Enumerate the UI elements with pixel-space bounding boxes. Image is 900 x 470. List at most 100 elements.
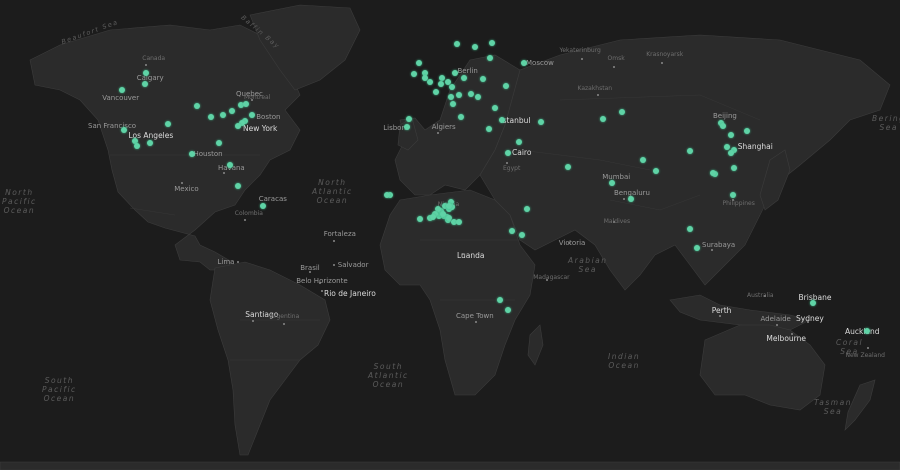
city-label-fortaleza: Fortaleza <box>323 230 356 239</box>
city-label-brasilia: Brasil <box>300 263 320 272</box>
city-label-moscow: Moscow <box>526 59 554 68</box>
location-marker[interactable] <box>686 225 693 232</box>
location-marker[interactable] <box>455 219 462 226</box>
city-label-sydney: Sydney <box>796 314 824 324</box>
location-marker[interactable] <box>720 122 726 129</box>
location-marker[interactable] <box>508 228 515 235</box>
location-marker[interactable] <box>383 191 390 198</box>
city-label-mumbai: Mumbai <box>602 173 631 182</box>
location-marker[interactable] <box>460 74 467 81</box>
location-marker[interactable] <box>164 120 171 127</box>
city-dot-riodejaneiro <box>321 289 323 292</box>
city-label-lima: Lima <box>217 258 235 267</box>
city-label-riodejaneiro: Rio de Janeiro <box>324 288 376 298</box>
city-dot-ekaterinburg <box>580 57 583 60</box>
location-marker[interactable] <box>445 202 452 209</box>
ocean-label-north-atlantic: North Atlantic Ocean <box>312 178 353 205</box>
city-label-buenosaires: Argentina <box>270 313 300 321</box>
city-dot-adelaide <box>775 324 778 327</box>
location-marker[interactable] <box>228 107 235 114</box>
city-label-victoria: Victoria <box>558 239 586 248</box>
location-marker[interactable] <box>515 138 522 145</box>
location-marker[interactable] <box>694 244 700 251</box>
city-label-kazakhstan: Kazakhstan <box>577 85 613 93</box>
location-marker[interactable] <box>426 78 433 85</box>
location-marker[interactable] <box>474 93 481 100</box>
location-marker[interactable] <box>440 210 446 217</box>
city-dot-capetown <box>475 321 477 324</box>
location-marker[interactable] <box>489 39 496 46</box>
location-marker[interactable] <box>432 88 439 95</box>
map-land-layer <box>0 0 900 470</box>
location-marker[interactable] <box>565 163 572 170</box>
location-marker[interactable] <box>141 80 148 87</box>
location-marker[interactable] <box>497 296 503 303</box>
city-label-maldives: Maldives <box>603 217 631 225</box>
city-label-ekaterinburg: Yekaterinburg <box>559 46 601 54</box>
city-label-berlin: Berlin <box>457 66 478 75</box>
location-marker[interactable] <box>627 196 634 203</box>
city-label-salvador: Salvador <box>337 260 369 269</box>
city-label-algiers: Algiers <box>431 123 456 132</box>
location-marker[interactable] <box>809 300 816 307</box>
location-marker[interactable] <box>417 215 423 222</box>
city-dot-krasnoyarsk <box>661 61 664 64</box>
location-marker[interactable] <box>600 115 606 122</box>
location-marker[interactable] <box>479 75 486 82</box>
location-marker[interactable] <box>121 126 127 133</box>
city-label-boston: Boston <box>256 112 281 121</box>
city-label-calgary: Calgary <box>136 73 164 82</box>
city-label-philippines: Philippines <box>722 199 755 207</box>
city-label-montreal: Montreal <box>244 94 271 102</box>
location-marker[interactable] <box>226 162 233 169</box>
location-marker[interactable] <box>422 74 429 81</box>
location-marker[interactable] <box>188 151 195 158</box>
city-label-luanda: Luanda <box>457 251 485 261</box>
ocean-label-south-atlantic: South Atlantic Ocean <box>368 362 409 389</box>
location-marker[interactable] <box>730 164 737 171</box>
location-marker[interactable] <box>208 113 214 120</box>
city-label-australia: Australia <box>747 292 774 300</box>
ocean-label-south-pacific: South Pacific Ocean <box>42 376 77 403</box>
city-label-perth: Perth <box>711 306 732 316</box>
location-marker[interactable] <box>134 142 140 149</box>
world-map[interactable]: North Pacific Ocean North Atlantic Ocean… <box>0 0 900 470</box>
city-label-mexico: Mexico <box>174 184 199 193</box>
location-marker[interactable] <box>503 82 510 89</box>
city-label-edmonton: Canada <box>142 54 166 62</box>
ocean-label-bering-sea: Bering Sea <box>872 114 900 132</box>
city-label-cairo: Cairo <box>512 148 532 158</box>
location-marker[interactable] <box>219 112 226 119</box>
city-dot-lima <box>236 261 239 264</box>
ocean-label-arabian-sea: Arabian Sea <box>568 256 608 274</box>
location-marker[interactable] <box>216 139 222 146</box>
location-marker[interactable] <box>430 213 436 220</box>
antarctica-land <box>0 461 900 470</box>
location-marker[interactable] <box>444 78 451 85</box>
city-label-krasnoyarsk: Krasnoyarsk <box>646 50 684 58</box>
location-marker[interactable] <box>452 69 458 76</box>
city-label-newyork: New York <box>243 123 278 133</box>
location-marker[interactable] <box>259 202 266 209</box>
city-dot-mexico <box>181 181 184 184</box>
city-label-surabaya: Surabaya <box>702 241 736 250</box>
location-marker[interactable] <box>710 169 717 176</box>
city-label-omsk: Omsk <box>607 55 625 63</box>
city-dot-kazakhstan <box>596 94 599 97</box>
location-marker[interactable] <box>405 115 412 122</box>
ocean-label-north-pacific: North Pacific Ocean <box>2 188 37 215</box>
city-label-auckland: Auckland <box>845 326 880 336</box>
city-label-shanghai: Shanghai <box>737 141 773 151</box>
location-marker[interactable] <box>456 91 462 98</box>
location-marker[interactable] <box>727 149 734 156</box>
location-marker[interactable] <box>458 113 465 120</box>
location-marker[interactable] <box>504 307 511 314</box>
location-marker[interactable] <box>729 192 736 199</box>
location-marker[interactable] <box>864 327 870 334</box>
location-marker[interactable] <box>448 84 455 91</box>
city-dot-egypt <box>506 161 508 164</box>
city-label-caracas: Caracas <box>258 194 287 203</box>
city-label-belohorizonte: Belo Horizonte <box>296 276 348 285</box>
city-label-bogota: Colombia <box>234 210 263 218</box>
location-marker[interactable] <box>653 167 659 174</box>
